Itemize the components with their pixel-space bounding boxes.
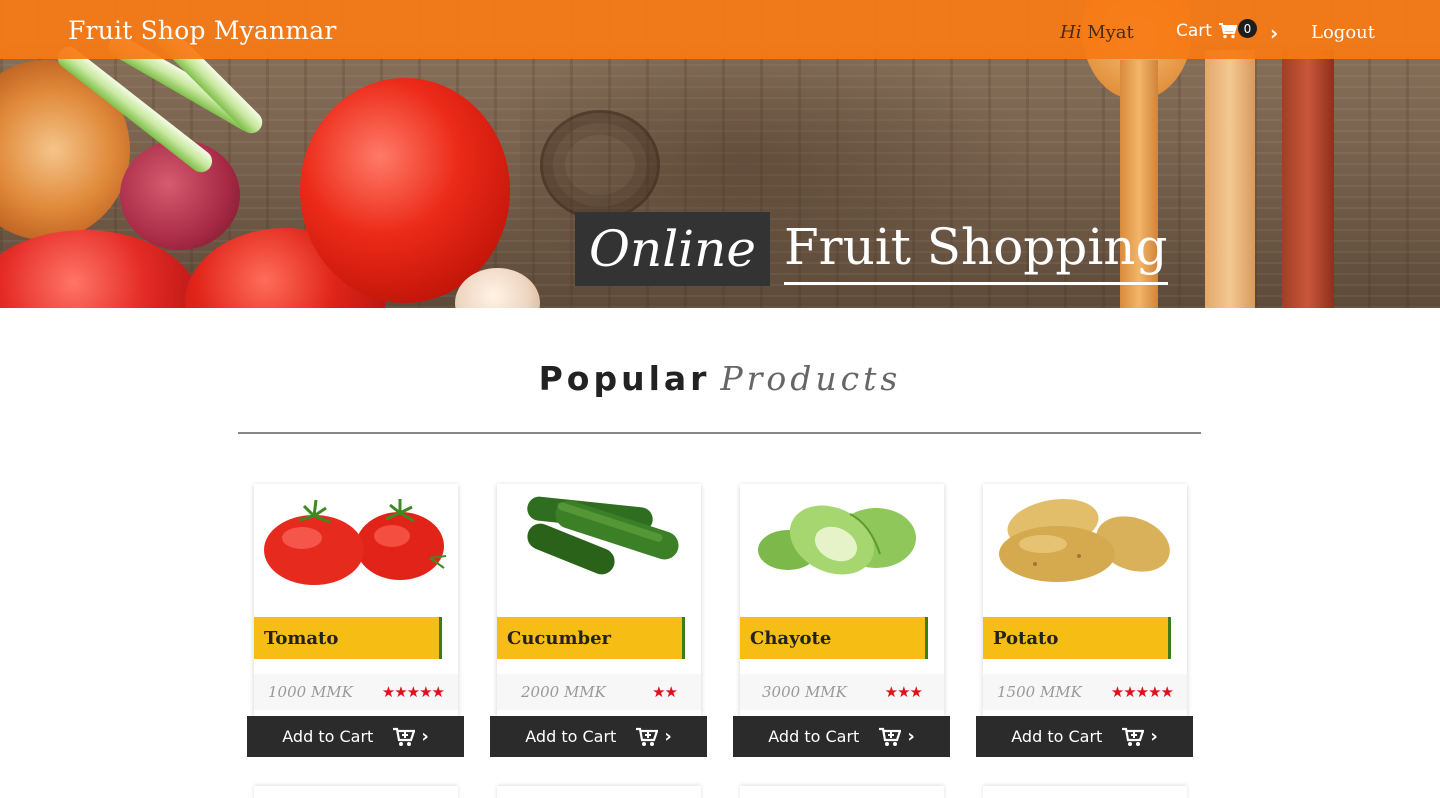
chevron-right-icon: › xyxy=(907,726,915,747)
wood-knot xyxy=(540,110,660,220)
tomato-product-image xyxy=(264,499,447,585)
product-card-tomato: Tomato 1000 MMK ★★★★★ xyxy=(254,484,458,716)
product-card-partial xyxy=(497,786,701,798)
chevron-right-icon: › xyxy=(1150,726,1158,747)
star-rating: ★★★ xyxy=(884,683,923,701)
product-card-partial xyxy=(983,786,1187,798)
product-card-partial xyxy=(740,786,944,798)
star-rating: ★★★★★ xyxy=(1110,683,1174,701)
cart-plus-icon xyxy=(879,727,902,746)
add-to-cart-label: Add to Cart xyxy=(768,727,860,746)
product-name-bar: Cucumber xyxy=(497,617,685,659)
product-price: 3000 MMK xyxy=(762,683,847,701)
price-rating-row: 3000 MMK ★★★ xyxy=(740,674,944,710)
chayote-product-image xyxy=(758,505,916,575)
price-rating-row: 1500 MMK ★★★★★ xyxy=(983,674,1187,710)
price-rating-row: 1000 MMK ★★★★★ xyxy=(254,674,458,710)
chevron-right-icon: › xyxy=(664,726,672,747)
add-to-cart-button[interactable]: Add to Cart › xyxy=(247,716,464,757)
tomato-image xyxy=(300,78,510,303)
product-price: 1000 MMK xyxy=(268,683,353,701)
product-name: Chayote xyxy=(750,627,832,649)
chevron-right-icon: › xyxy=(421,726,429,747)
product-name-bar: Potato xyxy=(983,617,1171,659)
hero-title: Online Fruit Shopping xyxy=(575,212,1168,286)
hero-title-rest: Fruit Shopping xyxy=(783,214,1168,285)
product-card-chayote: Chayote 3000 MMK ★★★ xyxy=(740,484,944,716)
brand-link[interactable]: Fruit Shop Myanmar xyxy=(68,16,337,45)
product-name: Cucumber xyxy=(507,627,612,649)
cart-label: Cart xyxy=(1176,21,1212,41)
cucumber-product-image xyxy=(527,496,679,575)
greeting-prefix: Hi xyxy=(1060,22,1082,43)
add-to-cart-label: Add to Cart xyxy=(282,727,374,746)
greeting-username: Myat xyxy=(1087,22,1134,43)
product-card-cucumber: Cucumber 2000 MMK ★★ xyxy=(497,484,701,716)
add-to-cart-label: Add to Cart xyxy=(1011,727,1103,746)
cart-plus-icon xyxy=(636,727,659,746)
product-name: Potato xyxy=(993,627,1059,649)
star-rating: ★★★★★ xyxy=(381,683,445,701)
add-to-cart-label: Add to Cart xyxy=(525,727,617,746)
product-price: 1500 MMK xyxy=(997,683,1082,701)
chevron-right-icon[interactable]: › xyxy=(1270,21,1278,45)
wooden-utensil-image xyxy=(1205,50,1255,308)
product-name-bar: Tomato xyxy=(254,617,442,659)
cart-count-badge: 0 xyxy=(1238,19,1257,38)
hero-title-highlight-box: Online xyxy=(575,212,770,286)
add-to-cart-button[interactable]: Add to Cart › xyxy=(490,716,707,757)
section-title-italic: Products xyxy=(720,359,902,398)
product-price: 2000 MMK xyxy=(521,683,606,701)
product-card-potato: Potato 1500 MMK ★★★★★ xyxy=(983,484,1187,716)
logout-link[interactable]: Logout xyxy=(1311,22,1375,43)
wooden-utensil-image xyxy=(1282,50,1334,308)
section-title: Popular Products xyxy=(0,359,1440,398)
add-to-cart-button[interactable]: Add to Cart › xyxy=(733,716,950,757)
potato-product-image xyxy=(999,499,1170,582)
cart-link[interactable]: Cart xyxy=(1176,21,1237,41)
add-to-cart-button[interactable]: Add to Cart › xyxy=(976,716,1193,757)
cart-plus-icon xyxy=(1122,727,1145,746)
shopping-cart-icon xyxy=(1218,23,1237,39)
section-divider xyxy=(238,432,1201,434)
price-rating-row: 2000 MMK ★★ xyxy=(497,674,701,710)
product-card-partial xyxy=(254,786,458,798)
section-title-bold: Popular xyxy=(538,359,711,398)
cart-plus-icon xyxy=(393,727,416,746)
hero-title-highlight: Online xyxy=(589,220,756,278)
product-name: Tomato xyxy=(264,627,339,649)
star-rating: ★★ xyxy=(652,683,678,701)
product-name-bar: Chayote xyxy=(740,617,928,659)
user-greeting: Hi Myat xyxy=(1060,22,1134,43)
top-navbar: Fruit Shop Myanmar Hi Myat Cart 0 › Logo… xyxy=(0,0,1440,59)
